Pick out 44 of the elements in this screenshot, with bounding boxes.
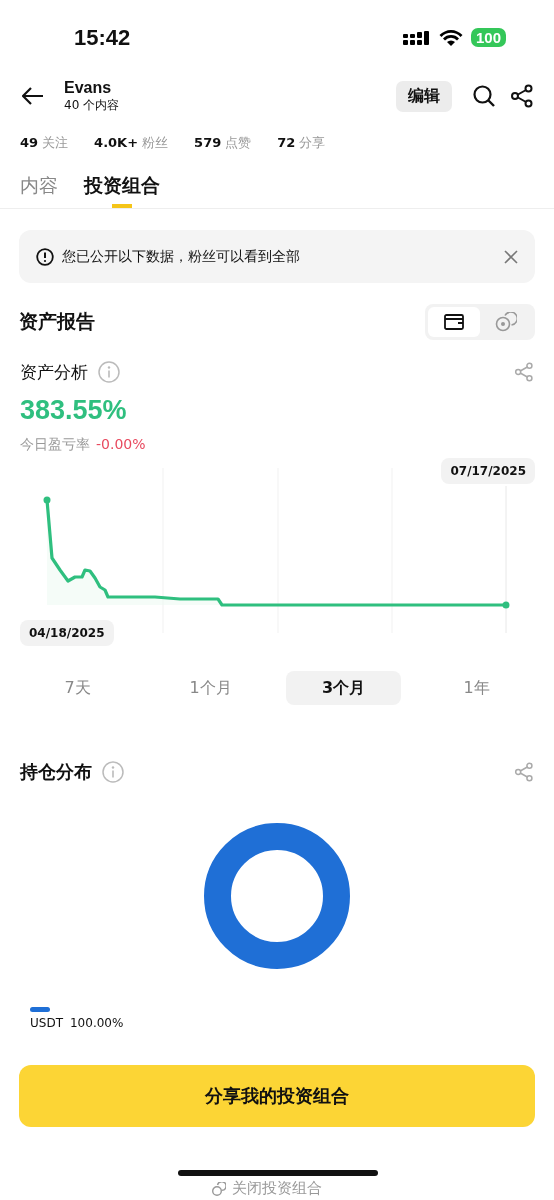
stat-value: 579 [194, 135, 222, 150]
end-point [502, 601, 510, 609]
section-title: 持仓分布 [20, 760, 92, 784]
stat-label: 关注 [42, 134, 69, 152]
legend-label: USDT [30, 1016, 63, 1030]
share-portfolio-button[interactable]: 分享我的投资组合 [19, 1065, 535, 1127]
stat-value: 49 [20, 135, 39, 150]
coins-icon [495, 312, 517, 332]
wallet-icon [444, 314, 464, 330]
profile-name: Evans [64, 78, 113, 97]
section-title: 资产报告 [19, 309, 95, 334]
signal-icon [402, 29, 431, 46]
stat-value: 72 [277, 135, 296, 150]
link-icon [212, 1181, 226, 1196]
edit-button[interactable]: 编辑 [396, 80, 452, 112]
close-portfolio-link[interactable]: 关闭投资组合 [232, 1179, 322, 1198]
total-return: 383.55% [19, 395, 128, 426]
range-tab[interactable]: 1年 [419, 671, 534, 705]
stat-value: 4.0K+ [94, 135, 139, 150]
daily-pnl-label: 今日盈亏率 [20, 436, 90, 454]
range-tab[interactable]: 1个月 [153, 671, 268, 705]
legend-value: 100.00% [70, 1016, 124, 1030]
stat-label: 分享 [299, 134, 326, 152]
stat-label: 点赞 [225, 134, 252, 152]
start-point [43, 496, 51, 504]
back-icon[interactable] [22, 87, 44, 105]
stat-label: 粉丝 [142, 134, 169, 152]
status-time: 15:42 [74, 24, 131, 51]
search-icon[interactable] [472, 84, 496, 108]
share-icon[interactable] [510, 84, 534, 108]
close-icon[interactable] [504, 249, 518, 264]
wifi-icon [438, 28, 463, 47]
daily-pnl-value: -0.00% [96, 436, 146, 454]
date-tooltip: 07/17/2025 [441, 458, 535, 484]
alert-icon [36, 247, 54, 266]
content-count: 40 个内容 [64, 96, 121, 114]
profile-tab[interactable]: 内容 [20, 163, 58, 208]
analysis-title: 资产分析 [20, 360, 88, 384]
wallet-view-button[interactable] [428, 307, 480, 337]
date-tooltip: 04/18/2025 [20, 620, 114, 646]
range-tab[interactable]: 3个月 [286, 671, 401, 705]
notice-text: 您已公开以下数据，粉丝可以看到全部 [62, 247, 301, 266]
range-tab[interactable]: 7天 [20, 671, 135, 705]
battery-level: 100 [470, 28, 506, 47]
